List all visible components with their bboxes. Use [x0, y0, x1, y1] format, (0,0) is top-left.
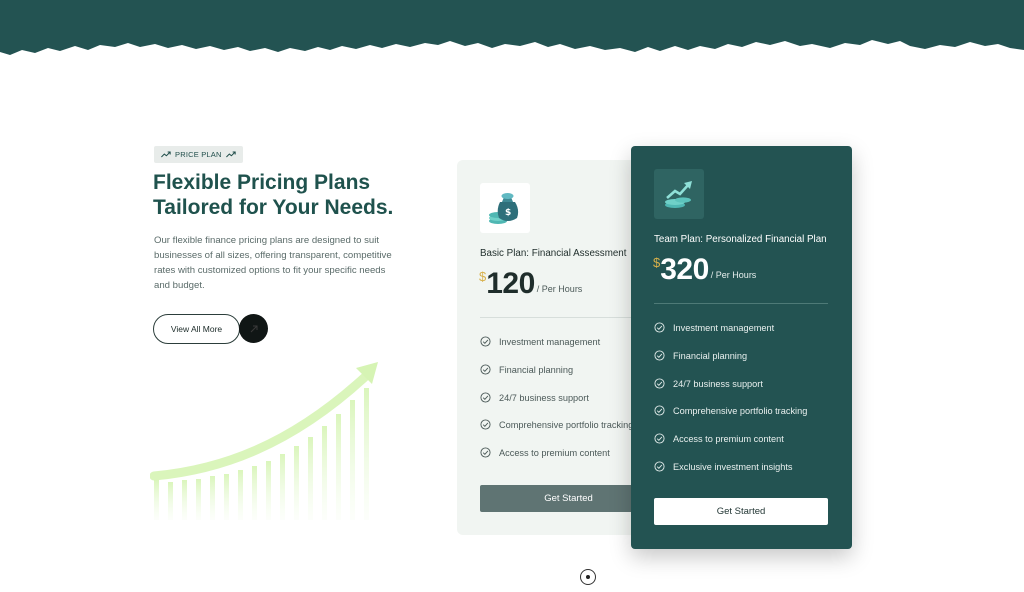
- view-all-button[interactable]: View All More: [153, 314, 240, 344]
- section-heading: Flexible Pricing Plans Tailored for Your…: [153, 170, 443, 220]
- feature-list: Investment management Financial planning…: [654, 322, 808, 490]
- feature-label: Access to premium content: [499, 448, 610, 459]
- trend-up-icon: [225, 151, 236, 158]
- svg-text:$: $: [505, 208, 511, 218]
- feature-item: Exclusive investment insights: [654, 461, 807, 490]
- check-circle-icon: [480, 419, 491, 430]
- basic-plan-card: $ Basic Plan: Financial Assessment $ 120…: [457, 160, 657, 535]
- feature-label: 24/7 business support: [499, 392, 589, 403]
- price-period: / Per Hours: [536, 284, 583, 294]
- currency-symbol: $: [653, 255, 661, 270]
- feature-item: 24/7 business support: [654, 378, 807, 407]
- pager-dot-inner: [586, 575, 590, 579]
- price-amount: 320: [660, 253, 709, 286]
- check-circle-icon: [480, 336, 491, 347]
- feature-label: Investment management: [673, 323, 775, 333]
- check-circle-icon: [480, 392, 491, 403]
- trend-up-icon: [161, 151, 171, 158]
- price-plan-badge: PRICE PLAN: [154, 146, 243, 163]
- plan-name: Team Plan: Personalized Financial Plan: [654, 234, 827, 245]
- feature-item: Access to premium content: [654, 433, 807, 462]
- money-bag-icon: $: [480, 183, 530, 233]
- feature-item: Financial planning: [654, 350, 807, 379]
- check-circle-icon: [480, 364, 491, 375]
- feature-label: Investment management: [499, 337, 601, 347]
- feature-item: Comprehensive portfolio tracking: [654, 405, 808, 434]
- feature-item: Investment management: [654, 322, 807, 351]
- price-amount: 120: [486, 267, 535, 300]
- price-period: / Per Hours: [710, 270, 757, 280]
- plan-name: Basic Plan: Financial Assessment: [480, 248, 627, 259]
- growth-chart-icon: [654, 169, 704, 219]
- carousel-pager-dot[interactable]: [580, 569, 596, 585]
- check-circle-icon: [654, 378, 665, 389]
- check-circle-icon: [654, 461, 665, 472]
- feature-item: Access to premium content: [480, 447, 633, 476]
- section-intro: Our flexible finance pricing plans are d…: [154, 235, 392, 291]
- check-circle-icon: [654, 322, 665, 333]
- check-circle-icon: [480, 447, 491, 458]
- heading-line-1: Flexible Pricing Plans: [153, 171, 371, 194]
- feature-label: Financial planning: [499, 364, 574, 375]
- growth-arrow-graphic: [150, 362, 378, 520]
- arrow-up-right-icon[interactable]: [239, 314, 268, 343]
- feature-label: Comprehensive portfolio tracking: [673, 406, 808, 417]
- feature-label: Comprehensive portfolio tracking: [499, 420, 634, 431]
- get-started-button[interactable]: Get Started: [654, 498, 828, 525]
- heading-line-2: Tailored for Your Needs.: [153, 196, 394, 219]
- feature-item: Investment management: [480, 336, 633, 365]
- check-circle-icon: [654, 350, 665, 361]
- feature-label: Exclusive investment insights: [673, 461, 793, 472]
- feature-item: 24/7 business support: [480, 392, 633, 421]
- check-circle-icon: [654, 433, 665, 444]
- feature-item: Comprehensive portfolio tracking: [480, 419, 634, 448]
- card-divider: [654, 303, 828, 304]
- feature-label: 24/7 business support: [673, 378, 763, 389]
- feature-list: Investment management Financial planning…: [480, 336, 634, 476]
- plan-price: $ 120 / Per Hours: [479, 268, 582, 300]
- torn-header-band: [0, 0, 1024, 55]
- feature-item: Financial planning: [480, 364, 633, 393]
- feature-label: Access to premium content: [673, 434, 784, 445]
- currency-symbol: $: [479, 269, 487, 284]
- check-circle-icon: [654, 405, 665, 416]
- team-plan-card: Team Plan: Personalized Financial Plan $…: [631, 146, 852, 549]
- plan-price: $ 320 / Per Hours: [653, 254, 756, 286]
- badge-label: PRICE PLAN: [175, 150, 222, 159]
- feature-label: Financial planning: [673, 350, 748, 361]
